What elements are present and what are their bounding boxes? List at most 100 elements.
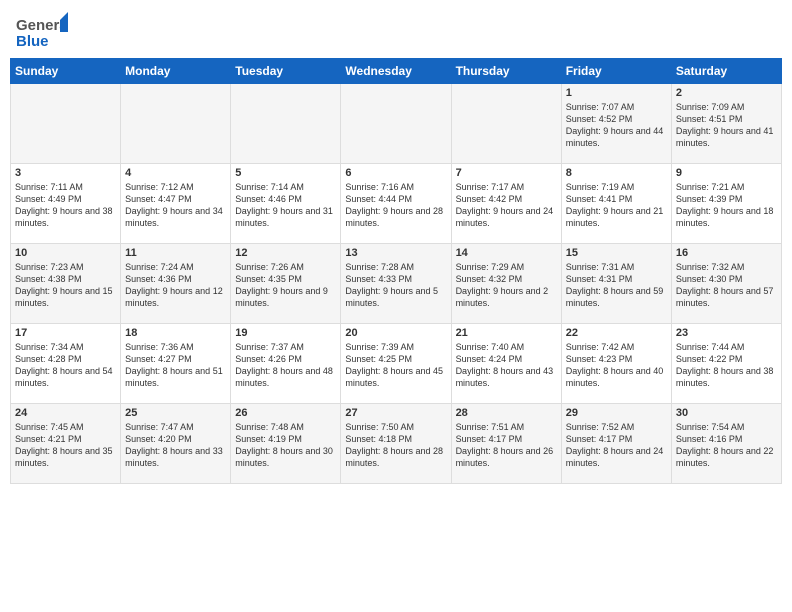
calendar-cell: 11Sunrise: 7:24 AMSunset: 4:36 PMDayligh… [121,244,231,324]
day-number: 16 [676,247,777,259]
day-info: Sunrise: 7:45 AMSunset: 4:21 PMDaylight:… [15,421,116,470]
day-info: Sunrise: 7:31 AMSunset: 4:31 PMDaylight:… [566,261,667,310]
day-info: Sunrise: 7:17 AMSunset: 4:42 PMDaylight:… [456,181,557,230]
calendar-cell: 23 Sunrise: 7:44 AMSunset: 4:22 PMDayligh… [671,324,781,404]
calendar-table: SundayMondayTuesdayWednesdayThursdayFrid… [10,58,782,484]
day-number: 29 [566,407,667,419]
calendar-week-row: 17 Sunrise: 7:34 AMSunset: 4:28 PMDayligh… [11,324,782,404]
day-info: Sunrise: 7:37 AMSunset: 4:26 PMDaylight:… [235,341,336,390]
day-info: Sunrise: 7:09 AMSunset: 4:51 PMDaylight:… [676,101,777,150]
day-of-week-header: Friday [561,59,671,84]
calendar-cell [121,84,231,164]
calendar-cell: 13 Sunrise: 7:28 AMSunset: 4:33 PMDayligh… [341,244,451,324]
calendar-cell: 2Sunrise: 7:09 AMSunset: 4:51 PMDaylight… [671,84,781,164]
day-info: Sunrise: 7:39 AMSunset: 4:25 PMDaylight:… [345,341,446,390]
logo-icon: General Blue [16,12,68,50]
day-info: Sunrise: 7:50 AMSunset: 4:18 PMDaylight:… [345,421,446,470]
calendar-week-row: 24 Sunrise: 7:45 AMSunset: 4:21 PMDayligh… [11,404,782,484]
day-info: Sunrise: 7:16 AMSunset: 4:44 PMDaylight:… [345,181,446,230]
day-info: Sunrise: 7:36 AMSunset: 4:27 PMDaylight:… [125,341,226,390]
day-number: 3 [15,167,116,179]
calendar-cell: 27 Sunrise: 7:50 AMSunset: 4:18 PMDayligh… [341,404,451,484]
day-info: Sunrise: 7:29 AMSunset: 4:32 PMDaylight:… [456,261,557,310]
day-of-week-header: Wednesday [341,59,451,84]
day-info: Sunrise: 7:24 AMSunset: 4:36 PMDaylight:… [125,261,226,310]
calendar-cell: 25 Sunrise: 7:47 AMSunset: 4:20 PMDayligh… [121,404,231,484]
calendar-cell [11,84,121,164]
calendar-cell: 10 Sunrise: 7:23 AMSunset: 4:38 PMDayligh… [11,244,121,324]
day-number: 9 [676,167,777,179]
day-info: Sunrise: 7:47 AMSunset: 4:20 PMDaylight:… [125,421,226,470]
day-info: Sunrise: 7:23 AMSunset: 4:38 PMDaylight:… [15,261,116,310]
day-info: Sunrise: 7:40 AMSunset: 4:24 PMDaylight:… [456,341,557,390]
calendar-cell [451,84,561,164]
calendar-cell: 9Sunrise: 7:21 AMSunset: 4:39 PMDaylight… [671,164,781,244]
calendar-cell: 12 Sunrise: 7:26 AMSunset: 4:35 PMDayligh… [231,244,341,324]
calendar-cell: 3 Sunrise: 7:11 AMSunset: 4:49 PMDaylight… [11,164,121,244]
day-info: Sunrise: 7:52 AMSunset: 4:17 PMDaylight:… [566,421,667,470]
day-number: 10 [15,247,116,259]
day-info: Sunrise: 7:44 AMSunset: 4:22 PMDaylight:… [676,341,777,390]
day-number: 17 [15,327,116,339]
calendar-cell: 18 Sunrise: 7:36 AMSunset: 4:27 PMDayligh… [121,324,231,404]
calendar-cell: 5 Sunrise: 7:14 AMSunset: 4:46 PMDaylight… [231,164,341,244]
day-info: Sunrise: 7:11 AMSunset: 4:49 PMDaylight:… [15,181,116,230]
day-number: 15 [566,247,667,259]
day-number: 8 [566,167,667,179]
day-number: 19 [235,327,336,339]
calendar-cell: 8 Sunrise: 7:19 AMSunset: 4:41 PMDaylight… [561,164,671,244]
day-info: Sunrise: 7:07 AMSunset: 4:52 PMDaylight:… [566,101,667,150]
day-number: 24 [15,407,116,419]
calendar-week-row: 10 Sunrise: 7:23 AMSunset: 4:38 PMDayligh… [11,244,782,324]
calendar-cell: 16 Sunrise: 7:32 AMSunset: 4:30 PMDayligh… [671,244,781,324]
day-of-week-header: Sunday [11,59,121,84]
calendar-cell: 21 Sunrise: 7:40 AMSunset: 4:24 PMDayligh… [451,324,561,404]
calendar-cell: 24 Sunrise: 7:45 AMSunset: 4:21 PMDayligh… [11,404,121,484]
day-of-week-header: Thursday [451,59,561,84]
day-info: Sunrise: 7:32 AMSunset: 4:30 PMDaylight:… [676,261,777,310]
day-number: 26 [235,407,336,419]
header: General Blue [0,0,792,58]
day-info: Sunrise: 7:14 AMSunset: 4:46 PMDaylight:… [235,181,336,230]
calendar-container: SundayMondayTuesdayWednesdayThursdayFrid… [0,58,792,492]
day-number: 5 [235,167,336,179]
day-number: 21 [456,327,557,339]
day-info: Sunrise: 7:48 AMSunset: 4:19 PMDaylight:… [235,421,336,470]
calendar-cell: 22Sunrise: 7:42 AMSunset: 4:23 PMDayligh… [561,324,671,404]
day-of-week-header: Saturday [671,59,781,84]
day-info: Sunrise: 7:26 AMSunset: 4:35 PMDaylight:… [235,261,336,310]
day-number: 28 [456,407,557,419]
day-number: 18 [125,327,226,339]
logo: General Blue [16,12,68,50]
calendar-cell: 19 Sunrise: 7:37 AMSunset: 4:26 PMDayligh… [231,324,341,404]
calendar-cell: 6 Sunrise: 7:16 AMSunset: 4:44 PMDaylight… [341,164,451,244]
day-info: Sunrise: 7:19 AMSunset: 4:41 PMDaylight:… [566,181,667,230]
day-of-week-header: Monday [121,59,231,84]
day-number: 12 [235,247,336,259]
calendar-cell: 20Sunrise: 7:39 AMSunset: 4:25 PMDayligh… [341,324,451,404]
day-info: Sunrise: 7:28 AMSunset: 4:33 PMDaylight:… [345,261,446,310]
svg-text:Blue: Blue [16,33,49,50]
calendar-cell: 1 Sunrise: 7:07 AMSunset: 4:52 PMDaylight… [561,84,671,164]
day-number: 23 [676,327,777,339]
day-number: 25 [125,407,226,419]
day-number: 13 [345,247,446,259]
calendar-week-row: 3 Sunrise: 7:11 AMSunset: 4:49 PMDaylight… [11,164,782,244]
day-number: 22 [566,327,667,339]
day-number: 6 [345,167,446,179]
day-info: Sunrise: 7:12 AMSunset: 4:47 PMDaylight:… [125,181,226,230]
calendar-header-row: SundayMondayTuesdayWednesdayThursdayFrid… [11,59,782,84]
calendar-cell: 28Sunrise: 7:51 AMSunset: 4:17 PMDayligh… [451,404,561,484]
calendar-cell: 7Sunrise: 7:17 AMSunset: 4:42 PMDaylight… [451,164,561,244]
day-info: Sunrise: 7:54 AMSunset: 4:16 PMDaylight:… [676,421,777,470]
calendar-week-row: 1 Sunrise: 7:07 AMSunset: 4:52 PMDaylight… [11,84,782,164]
day-info: Sunrise: 7:34 AMSunset: 4:28 PMDaylight:… [15,341,116,390]
day-number: 30 [676,407,777,419]
calendar-cell: 14Sunrise: 7:29 AMSunset: 4:32 PMDayligh… [451,244,561,324]
day-of-week-header: Tuesday [231,59,341,84]
day-number: 1 [566,87,667,99]
calendar-cell [341,84,451,164]
calendar-cell: 26 Sunrise: 7:48 AMSunset: 4:19 PMDayligh… [231,404,341,484]
calendar-cell: 17 Sunrise: 7:34 AMSunset: 4:28 PMDayligh… [11,324,121,404]
day-number: 27 [345,407,446,419]
